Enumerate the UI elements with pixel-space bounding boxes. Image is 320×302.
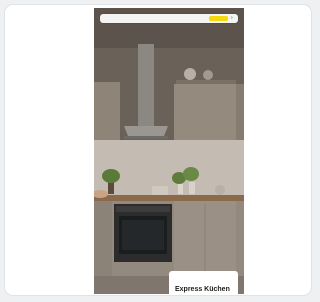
mobile-preview: › Express Küchen bbox=[94, 8, 244, 294]
chevron-icon[interactable]: › bbox=[231, 15, 233, 21]
overlay-title: Express Küchen bbox=[175, 286, 230, 293]
kitchen-photo bbox=[94, 8, 244, 294]
top-bar: › bbox=[100, 14, 238, 23]
preview-card: › Express Küchen bbox=[4, 4, 312, 296]
cta-button[interactable] bbox=[209, 16, 228, 21]
overlay-card[interactable]: Express Küchen bbox=[169, 271, 238, 294]
